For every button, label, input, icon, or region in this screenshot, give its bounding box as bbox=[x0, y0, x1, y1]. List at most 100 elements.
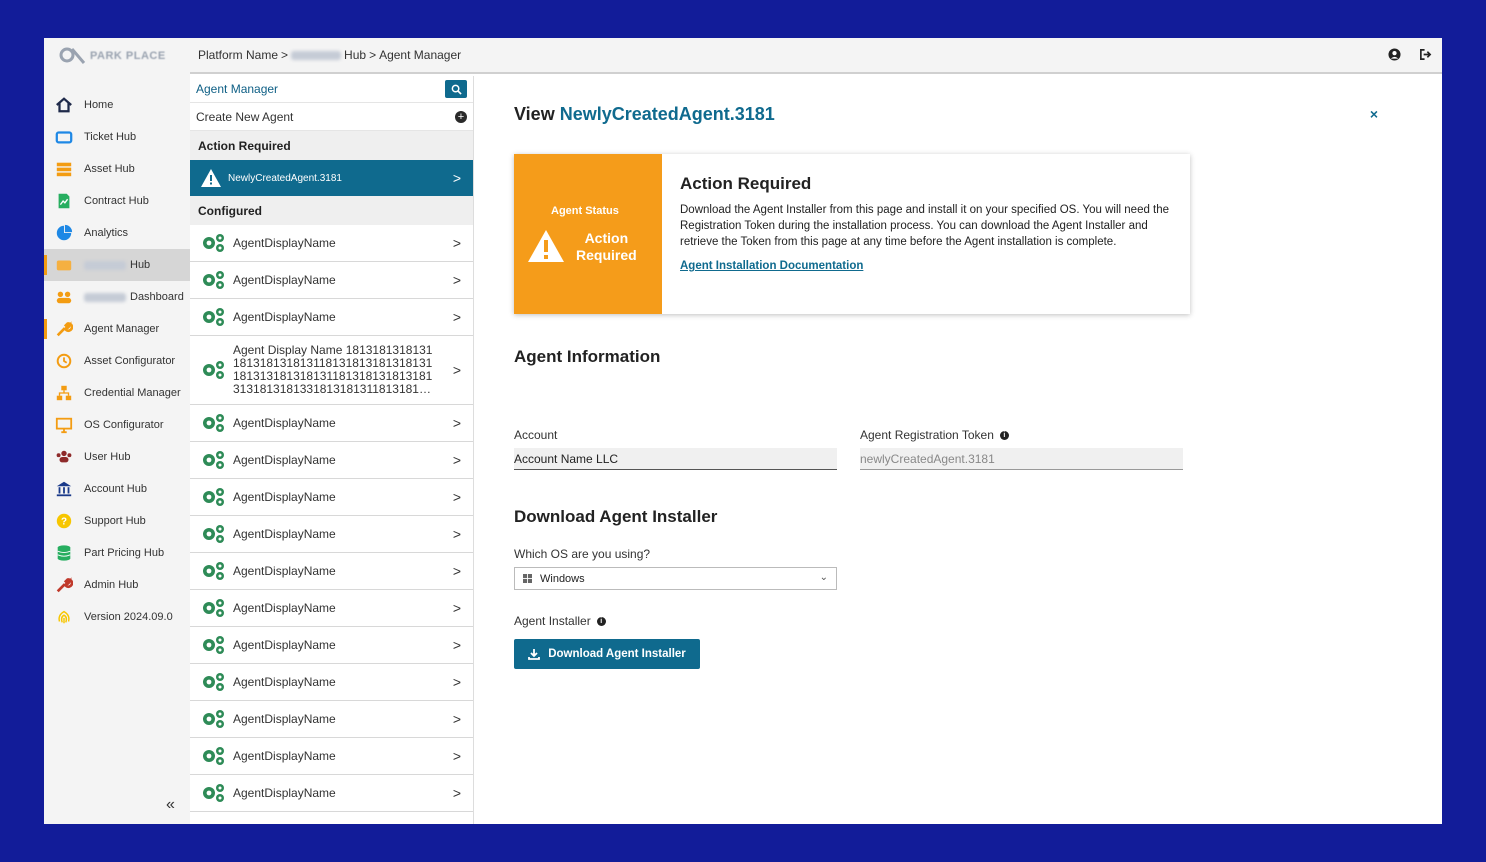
list-item[interactable]: AgentDisplayName > bbox=[190, 553, 473, 590]
action-required-header: Action Required bbox=[190, 131, 473, 160]
search-button[interactable] bbox=[445, 80, 467, 98]
sidebar-item-part-pricing-hub[interactable]: Part Pricing Hub bbox=[44, 537, 190, 569]
sidebar-item-agent-manager[interactable]: Agent Manager bbox=[44, 313, 190, 345]
chevron-right-icon: > bbox=[452, 415, 461, 431]
logo[interactable]: PARK PLACE bbox=[44, 38, 190, 74]
status-box: Agent Status Action Required bbox=[514, 154, 662, 314]
agent-display-name: Agent Display Name 181318131813118131813… bbox=[233, 343, 433, 396]
agent-display-name: AgentDisplayName bbox=[233, 272, 336, 287]
admin-wrench-icon bbox=[54, 575, 74, 595]
list-item[interactable]: AgentDisplayName > bbox=[190, 738, 473, 775]
os-select[interactable]: Windows ⌄ bbox=[514, 567, 837, 590]
agent-info-title: Agent Information bbox=[514, 347, 661, 366]
installer-label-text: Agent Installer bbox=[514, 614, 591, 628]
selected-agent-item[interactable]: NewlyCreatedAgent.3181 > bbox=[190, 160, 473, 196]
list-item[interactable]: Agent Display Name 181318131813118131813… bbox=[190, 336, 473, 405]
token-field[interactable]: newlyCreatedAgent.3181 bbox=[860, 448, 1183, 470]
list-item[interactable]: AgentDisplayName > bbox=[190, 664, 473, 701]
sidebar-item-home[interactable]: Home bbox=[44, 89, 190, 121]
logout-icon[interactable] bbox=[1419, 48, 1432, 61]
asset-icon bbox=[54, 159, 74, 179]
collapse-sidebar-button[interactable]: « bbox=[166, 796, 175, 814]
chevron-down-icon: ⌄ bbox=[819, 572, 828, 583]
sidebar-nav: Home Ticket Hub Asset Hub Contract Hub A… bbox=[44, 89, 190, 633]
user-account-icon[interactable] bbox=[1388, 48, 1401, 61]
sidebar-item-label: Home bbox=[84, 99, 114, 111]
sidebar-item-label: Credential Manager bbox=[84, 387, 181, 399]
sidebar-item-account-hub[interactable]: Account Hub bbox=[44, 473, 190, 505]
history-icon bbox=[54, 351, 74, 371]
sidebar-item-asset-hub[interactable]: Asset Hub bbox=[44, 153, 190, 185]
hub-icon bbox=[54, 255, 74, 275]
download-installer-button[interactable]: Download Agent Installer bbox=[514, 639, 700, 669]
sidebar-item-admin-hub[interactable]: Admin Hub bbox=[44, 569, 190, 601]
download-button-label: Download Agent Installer bbox=[548, 648, 686, 660]
os-question-label: Which OS are you using? bbox=[514, 547, 650, 561]
account-label: Account bbox=[514, 428, 557, 442]
database-icon bbox=[54, 543, 74, 563]
agent-display-name: AgentDisplayName bbox=[233, 309, 336, 324]
status-card-body: Action Required Download the Agent Insta… bbox=[662, 154, 1190, 314]
gears-icon bbox=[203, 673, 224, 691]
sidebar-item-dashboard[interactable]: Dashboard bbox=[44, 281, 190, 313]
list-item[interactable]: AgentDisplayName > bbox=[190, 262, 473, 299]
sidebar-item-label: Admin Hub bbox=[84, 579, 139, 591]
create-new-agent-button[interactable]: Create New Agent + bbox=[190, 103, 473, 131]
wrench-icon bbox=[54, 319, 74, 339]
contract-icon bbox=[54, 191, 74, 211]
breadcrumb-separator: > bbox=[281, 48, 289, 62]
chevron-right-icon: > bbox=[452, 600, 461, 616]
sidebar-item-ticket-hub[interactable]: Ticket Hub bbox=[44, 121, 190, 153]
sidebar-item-label: Agent Manager bbox=[84, 323, 160, 335]
fingerprint-icon bbox=[54, 607, 74, 627]
sidebar-item-credential-manager[interactable]: Credential Manager bbox=[44, 377, 190, 409]
status-label: Agent Status bbox=[551, 205, 619, 217]
chevron-right-icon: > bbox=[452, 272, 461, 288]
agent-display-name: AgentDisplayName bbox=[233, 748, 336, 763]
gears-icon bbox=[203, 784, 224, 802]
gears-icon bbox=[203, 361, 224, 379]
list-item[interactable]: AgentDisplayName > bbox=[190, 405, 473, 442]
sidebar-item-contract-hub[interactable]: Contract Hub bbox=[44, 185, 190, 217]
download-icon bbox=[528, 649, 541, 660]
sidebar-item-os-configurator[interactable]: OS Configurator bbox=[44, 409, 190, 441]
list-item[interactable]: AgentDisplayName > bbox=[190, 225, 473, 262]
list-item[interactable]: AgentDisplayName > bbox=[190, 590, 473, 627]
sidebar-item-user-hub[interactable]: User Hub bbox=[44, 441, 190, 473]
breadcrumb-platform[interactable]: Platform Name bbox=[198, 48, 278, 62]
sidebar-item-hub[interactable]: Hub bbox=[44, 249, 190, 281]
status-card-text: Download the Agent Installer from this p… bbox=[680, 204, 1170, 248]
account-field[interactable]: Account Name LLC bbox=[514, 448, 837, 470]
gears-icon bbox=[203, 308, 224, 326]
sidebar-item-analytics[interactable]: Analytics bbox=[44, 217, 190, 249]
app-window: PARK PLACE Home Ticket Hub Asset Hub Con… bbox=[44, 38, 1442, 824]
gears-icon bbox=[203, 451, 224, 469]
gears-icon bbox=[203, 488, 224, 506]
analytics-icon bbox=[54, 223, 74, 243]
blurred-dashboard-name bbox=[84, 292, 126, 302]
chevron-right-icon: > bbox=[452, 748, 461, 764]
info-icon[interactable]: i bbox=[596, 616, 606, 626]
list-item[interactable]: AgentDisplayName > bbox=[190, 299, 473, 336]
list-item[interactable]: AgentDisplayName > bbox=[190, 516, 473, 553]
list-item[interactable]: AgentDisplayName > bbox=[190, 775, 473, 812]
list-item[interactable]: AgentDisplayName > bbox=[190, 701, 473, 738]
sidebar-item-label: Dashboard bbox=[130, 291, 184, 303]
list-item[interactable]: AgentDisplayName > bbox=[190, 627, 473, 664]
list-item[interactable]: AgentDisplayName > bbox=[190, 479, 473, 516]
sidebar-item-asset-configurator[interactable]: Asset Configurator bbox=[44, 345, 190, 377]
list-item[interactable]: AgentDisplayName > bbox=[190, 442, 473, 479]
chevron-right-icon: > bbox=[452, 674, 461, 690]
agent-search-row[interactable]: Agent Manager bbox=[190, 76, 473, 103]
breadcrumb-hub[interactable]: Hub bbox=[344, 48, 366, 62]
documentation-link[interactable]: Agent Installation Documentation bbox=[680, 260, 1172, 272]
page-title: View NewlyCreatedAgent.3181 bbox=[514, 104, 775, 125]
info-icon[interactable]: i bbox=[999, 430, 1009, 440]
close-icon[interactable]: × bbox=[1370, 106, 1378, 122]
sidebar-item-label: Analytics bbox=[84, 227, 129, 239]
search-icon bbox=[451, 84, 462, 95]
sidebar-item-support-hub[interactable]: ? Support Hub bbox=[44, 505, 190, 537]
chevron-right-icon: > bbox=[452, 309, 461, 325]
home-icon bbox=[54, 95, 74, 115]
gears-icon bbox=[203, 414, 224, 432]
